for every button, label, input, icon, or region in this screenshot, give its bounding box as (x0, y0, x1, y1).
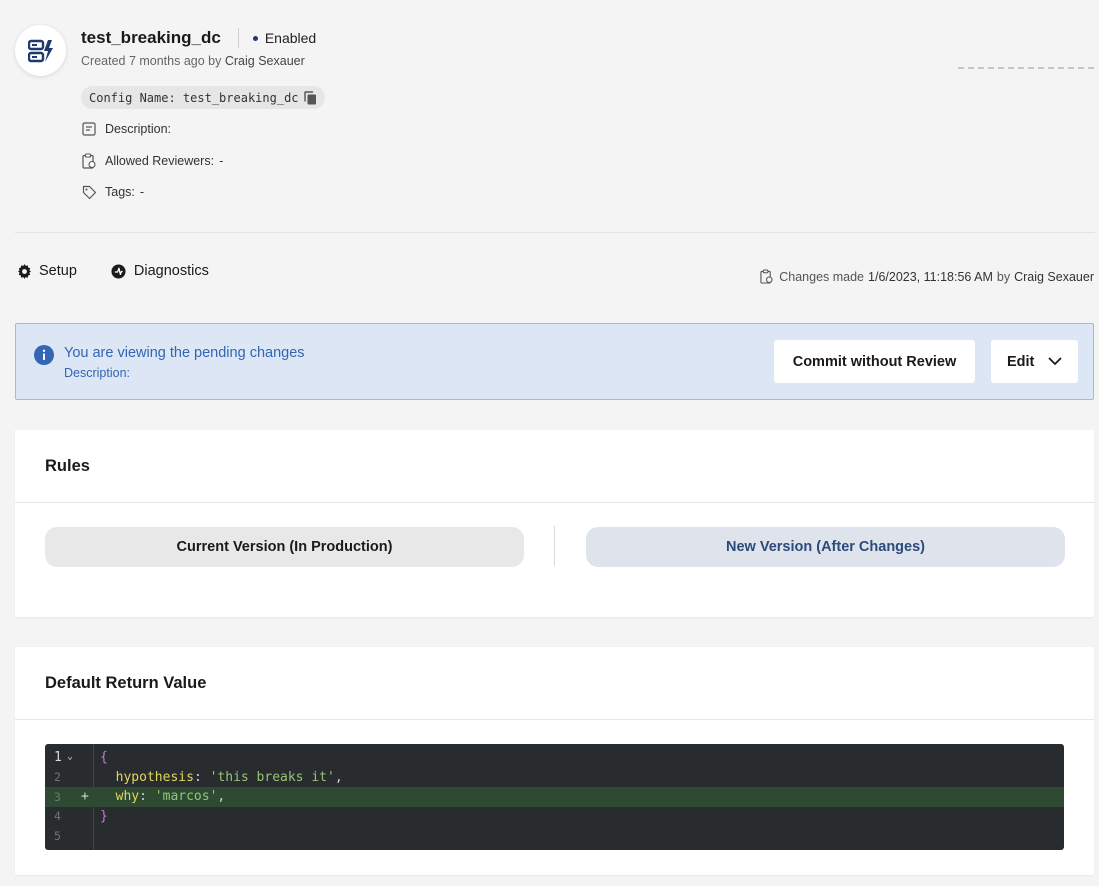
reviewers-value: - (219, 154, 224, 168)
line-number: 2 (54, 770, 61, 785)
description-label: Description: (105, 122, 171, 136)
clipboard-icon (760, 269, 773, 284)
rules-title: Rules (45, 457, 90, 475)
page-title: test_breaking_dc (81, 28, 221, 47)
created-info: Created 7 months ago by Craig Sexauer (81, 54, 305, 68)
tag-icon (81, 184, 97, 200)
config-name-pill: Config Name: test_breaking_dc (81, 86, 325, 109)
tags-label: Tags: (105, 185, 135, 199)
line-number: 4 (54, 809, 61, 824)
line-number: 5 (54, 828, 61, 843)
changes-author: Craig Sexauer (1014, 269, 1094, 284)
code-line: 4 } (45, 807, 1064, 827)
changes-by: by (996, 269, 1011, 284)
tab-setup[interactable]: Setup (16, 263, 77, 279)
created-author: Craig Sexauer (224, 54, 305, 68)
code-line: 1 ⌄ { (45, 748, 1064, 768)
title-divider (237, 28, 239, 48)
default-return-card: Default Return Value 1 ⌄ { 2 hypothesis:… (15, 647, 1094, 875)
fold-chevron-icon[interactable]: ⌄ (67, 751, 73, 762)
code-editor[interactable]: 1 ⌄ { 2 hypothesis: 'this breaks it', 3 … (45, 744, 1064, 850)
info-icon (34, 345, 54, 370)
code-value: 'marcos' (154, 789, 218, 805)
created-prefix: Created 7 months ago by (81, 54, 222, 68)
code-close-brace: } (100, 808, 108, 824)
code-key: why (115, 789, 140, 805)
status-dot (252, 35, 258, 41)
pending-changes-banner: You are viewing the pending changes Desc… (15, 323, 1094, 400)
changes-info: Changes made 1/6/2023, 11:18:56 AM by Cr… (760, 269, 1094, 284)
rules-card: Rules Current Version (In Production) Ne… (15, 430, 1094, 617)
banner-description: Description: (64, 366, 130, 380)
edit-label: Edit (1007, 353, 1035, 370)
new-version-button[interactable]: New Version (After Changes) (586, 527, 1065, 567)
tab-diagnostics-label: Diagnostics (133, 263, 209, 279)
banner-title: You are viewing the pending changes (64, 345, 305, 361)
diagnostics-icon (111, 263, 127, 279)
default-return-title: Default Return Value (45, 674, 207, 692)
header-divider (15, 232, 1095, 233)
card-divider (15, 502, 1094, 503)
clipboard-icon (81, 153, 97, 169)
config-name: Config Name: test_breaking_dc (89, 90, 299, 105)
code-line-added: 3 + why: 'marcos', (45, 787, 1064, 807)
description-row: Description: (81, 121, 171, 137)
changes-timestamp: 1/6/2023, 11:18:56 AM (868, 269, 993, 284)
card-divider (15, 719, 1094, 720)
added-line-marker: + (81, 789, 89, 805)
code-line: 5 (45, 826, 1064, 846)
tab-diagnostics[interactable]: Diagnostics (111, 263, 209, 279)
dashed-divider (958, 67, 1094, 69)
code-key: hypothesis (115, 769, 194, 785)
dynamic-config-icon (15, 25, 66, 76)
version-divider (554, 526, 555, 566)
chevron-down-icon (1048, 354, 1062, 370)
tab-setup-label: Setup (39, 263, 77, 279)
tags-row: Tags: - (81, 184, 144, 200)
reviewers-row: Allowed Reviewers: - (81, 153, 223, 169)
line-number: 3 (54, 789, 61, 804)
edit-button[interactable]: Edit (991, 340, 1078, 383)
changes-prefix: Changes made (779, 269, 865, 284)
line-number: 1 (54, 750, 62, 766)
code-value: 'this breaks it' (209, 769, 335, 785)
description-icon (81, 121, 97, 137)
status-badge: Enabled (264, 30, 317, 46)
commit-without-review-button[interactable]: Commit without Review (774, 340, 975, 383)
code-line: 2 hypothesis: 'this breaks it', (54, 769, 343, 785)
copy-icon[interactable] (303, 90, 317, 105)
tags-value: - (139, 185, 145, 199)
tab-bar: Setup Diagnostics (16, 263, 209, 279)
reviewers-label: Allowed Reviewers: (105, 154, 215, 168)
current-version-button[interactable]: Current Version (In Production) (45, 527, 524, 567)
gear-icon (16, 263, 32, 279)
code-open-brace: { (100, 750, 108, 766)
